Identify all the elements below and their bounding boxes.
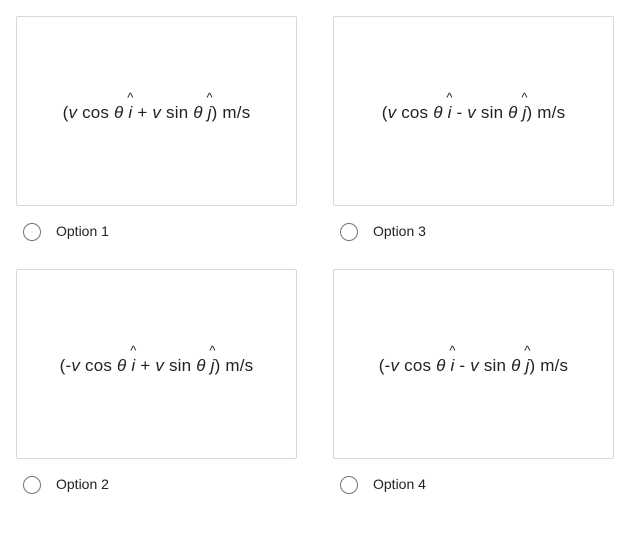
option-4: (-v cos θ i - v sin θ j) m/s Option 4 bbox=[333, 269, 614, 494]
expr-var: v bbox=[470, 356, 479, 375]
option-1-radio[interactable] bbox=[23, 223, 41, 241]
expr-ang: θ bbox=[508, 103, 517, 122]
unit-vector-i-icon: i bbox=[450, 352, 454, 376]
expr-fn: cos bbox=[80, 356, 117, 375]
expr-fn: sin bbox=[161, 103, 193, 122]
option-3: (v cos θ i - v sin θ j) m/s Option 3 bbox=[333, 16, 614, 241]
option-1-labelrow[interactable]: Option 1 bbox=[16, 220, 297, 241]
option-4-expression: (-v cos θ i - v sin θ j) m/s bbox=[379, 352, 568, 376]
option-4-labelrow[interactable]: Option 4 bbox=[333, 473, 614, 494]
option-4-label: Option 4 bbox=[373, 476, 426, 492]
option-3-card: (v cos θ i - v sin θ j) m/s bbox=[333, 16, 614, 206]
expr-ang: θ bbox=[436, 356, 445, 375]
option-2-radio[interactable] bbox=[23, 476, 41, 494]
options-grid: (v cos θ i + v sin θ j) m/s Option 1 (-v… bbox=[16, 16, 614, 494]
expr-suffix: ) m/s bbox=[527, 103, 566, 122]
option-2-labelrow[interactable]: Option 2 bbox=[16, 473, 297, 494]
expr-fn: sin bbox=[164, 356, 196, 375]
expr-ang: θ bbox=[114, 103, 123, 122]
expr-var: v bbox=[68, 103, 77, 122]
option-2-label: Option 2 bbox=[56, 476, 109, 492]
option-1-card: (v cos θ i + v sin θ j) m/s bbox=[16, 16, 297, 206]
expr-fn: cos bbox=[77, 103, 114, 122]
unit-vector-i-icon: i bbox=[131, 352, 135, 376]
option-3-label: Option 3 bbox=[373, 223, 426, 239]
expr-suffix: ) m/s bbox=[529, 356, 568, 375]
expr-op: + bbox=[135, 356, 155, 375]
expr-prefix: (- bbox=[379, 356, 391, 375]
expr-fn: sin bbox=[476, 103, 508, 122]
expr-ang: θ bbox=[193, 103, 202, 122]
expr-var: v bbox=[152, 103, 161, 122]
option-3-radio[interactable] bbox=[340, 223, 358, 241]
option-2: (-v cos θ i + v sin θ j) m/s Option 2 bbox=[16, 269, 297, 494]
expr-op: - bbox=[452, 103, 468, 122]
unit-vector-j-icon: j bbox=[525, 352, 529, 376]
expr-fn: cos bbox=[396, 103, 433, 122]
expr-ang: θ bbox=[433, 103, 442, 122]
option-3-expression: (v cos θ i - v sin θ j) m/s bbox=[382, 99, 566, 123]
unit-vector-j-icon: j bbox=[523, 99, 527, 123]
expr-ang: θ bbox=[196, 356, 205, 375]
unit-vector-j-icon: j bbox=[208, 99, 212, 123]
option-2-card: (-v cos θ i + v sin θ j) m/s bbox=[16, 269, 297, 459]
expr-var: v bbox=[391, 356, 400, 375]
expr-fn: sin bbox=[479, 356, 511, 375]
expr-prefix: (- bbox=[60, 356, 72, 375]
unit-vector-i-icon: i bbox=[448, 99, 452, 123]
expr-suffix: ) m/s bbox=[212, 103, 251, 122]
expr-op: - bbox=[454, 356, 470, 375]
expr-fn: cos bbox=[399, 356, 436, 375]
option-1-expression: (v cos θ i + v sin θ j) m/s bbox=[63, 99, 251, 123]
option-3-labelrow[interactable]: Option 3 bbox=[333, 220, 614, 241]
expr-var: v bbox=[388, 103, 397, 122]
option-2-expression: (-v cos θ i + v sin θ j) m/s bbox=[60, 352, 254, 376]
unit-vector-i-icon: i bbox=[128, 99, 132, 123]
expr-var: v bbox=[71, 356, 80, 375]
expr-var: v bbox=[155, 356, 164, 375]
expr-suffix: ) m/s bbox=[215, 356, 254, 375]
option-1: (v cos θ i + v sin θ j) m/s Option 1 bbox=[16, 16, 297, 241]
expr-op: + bbox=[132, 103, 152, 122]
expr-var: v bbox=[467, 103, 476, 122]
expr-ang: θ bbox=[511, 356, 520, 375]
expr-ang: θ bbox=[117, 356, 126, 375]
unit-vector-j-icon: j bbox=[211, 352, 215, 376]
option-4-card: (-v cos θ i - v sin θ j) m/s bbox=[333, 269, 614, 459]
option-1-label: Option 1 bbox=[56, 223, 109, 239]
option-4-radio[interactable] bbox=[340, 476, 358, 494]
